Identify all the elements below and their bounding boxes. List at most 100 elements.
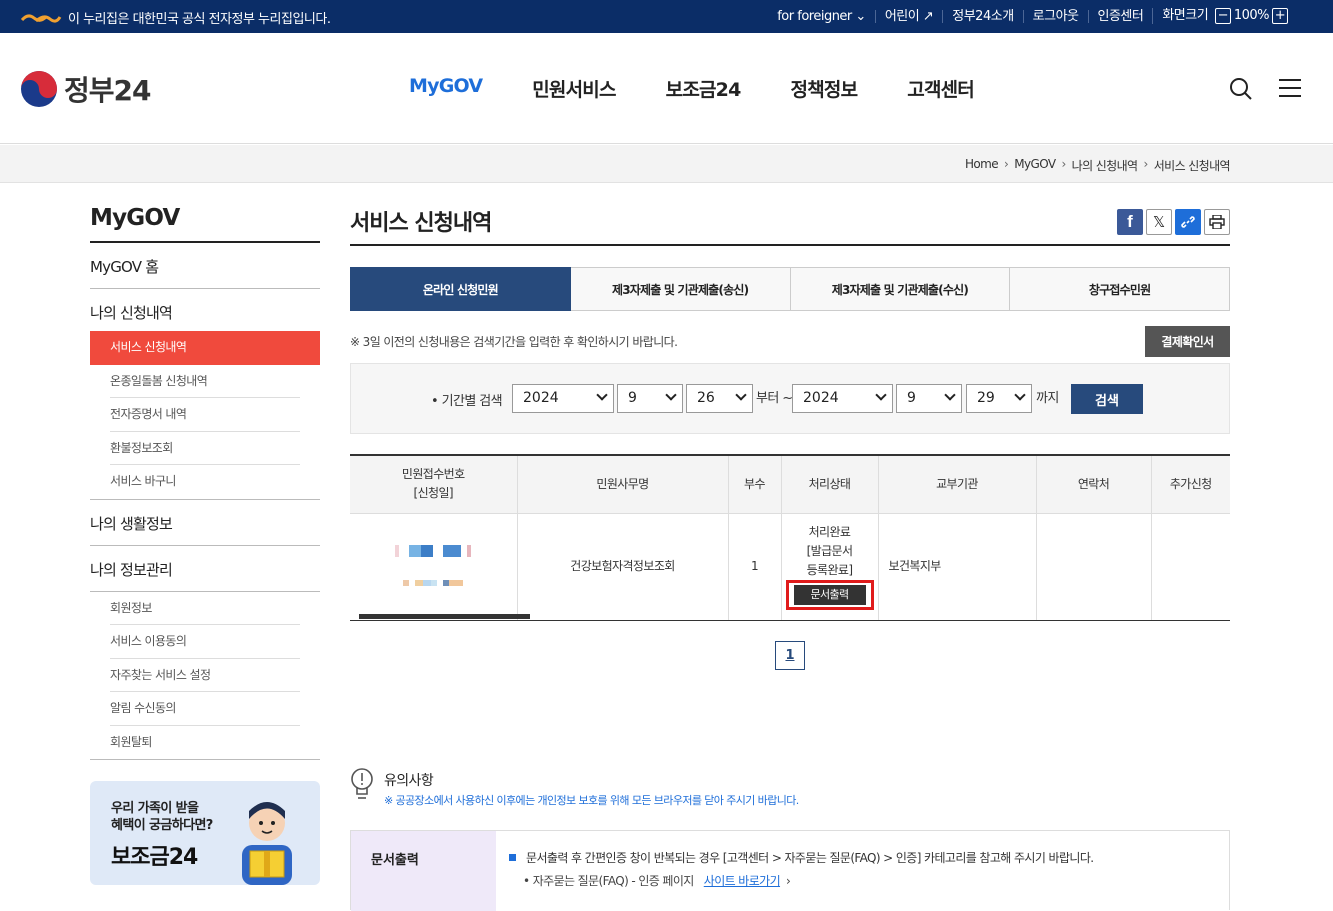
- contact-cell: [1035, 513, 1151, 621]
- period-search-box: • 기간별 검색 2024 9 26 부터 ~ 2024 9 29 까지 검색: [350, 363, 1230, 434]
- x-share-button[interactable]: 𝕏: [1146, 209, 1172, 235]
- sidebar-group-info-manage[interactable]: 나의 정보관리: [90, 546, 320, 592]
- chevron-down-icon: [735, 389, 747, 401]
- to-month-select[interactable]: 9: [896, 384, 962, 413]
- printer-icon: [1209, 215, 1225, 229]
- search-icon[interactable]: [1229, 77, 1253, 101]
- period-search-label: • 기간별 검색: [431, 394, 503, 409]
- from-month-select[interactable]: 9: [617, 384, 683, 413]
- link-copy-button[interactable]: [1175, 209, 1201, 235]
- menu-icon[interactable]: [1279, 77, 1301, 99]
- sidebar-item-service-consent[interactable]: 서비스 이용동의: [110, 625, 300, 659]
- tab-third-party-received[interactable]: 제3자제출 및 기관제출(수신): [790, 267, 1011, 311]
- search-notice: ※ 3일 이전의 신청내용은 검색기간을 입력한 후 확인하시기 바랍니다.: [350, 335, 678, 349]
- copies-cell: 1: [727, 513, 781, 621]
- page-title: 서비스 신청내역: [350, 205, 1230, 246]
- breadcrumb-mygov[interactable]: MyGOV: [1014, 157, 1056, 174]
- page-1-button[interactable]: 1: [775, 641, 805, 670]
- chevron-down-icon: ⌄: [855, 8, 866, 24]
- share-tools: f 𝕏: [1117, 209, 1230, 235]
- sidebar-group-applications[interactable]: 나의 신청내역: [90, 289, 320, 331]
- subsidy24-banner[interactable]: 우리 가족이 받을 혜택이 궁금하다면? 보조금24: [90, 781, 320, 885]
- agency-cell: 보건복지부: [877, 513, 1036, 621]
- col-copies: 부수: [727, 454, 781, 514]
- gov-notice[interactable]: 이 누리집은 대한민국 공식 전자정부 누리집입니다.: [20, 8, 331, 27]
- banner-title: 보조금24: [111, 845, 198, 870]
- from-day-select[interactable]: 26: [686, 384, 753, 413]
- status-cell: 처리완료 [발급문서 등록완료] 문서출력: [780, 513, 878, 621]
- chevron-down-icon: [596, 389, 608, 401]
- sidebar-item-withdraw[interactable]: 회원탈퇴: [110, 726, 300, 760]
- nav-subsidy24[interactable]: 보조금24: [641, 75, 766, 102]
- logout-link[interactable]: 로그아웃: [1022, 9, 1088, 23]
- applications-table: 민원접수번호[신청일] 민원사무명 부수 처리상태 교부기관 연락처 추가신청: [350, 454, 1230, 621]
- banner-subtitle: 우리 가족이 받을 혜택이 궁금하다면?: [111, 801, 213, 833]
- link-icon: [1181, 216, 1195, 228]
- receipt-number-cell[interactable]: [350, 513, 517, 621]
- sidebar-item-e-certificates[interactable]: 전자증명서 내역: [110, 398, 300, 432]
- nav-customer-center[interactable]: 고객센터: [882, 75, 999, 102]
- gov-topbar: 이 누리집은 대한민국 공식 전자정부 누리집입니다. for foreigne…: [0, 0, 1333, 33]
- from-year-select[interactable]: 2024: [512, 384, 614, 413]
- sidebar-item-favorite-services[interactable]: 자주찾는 서비스 설정: [110, 659, 300, 692]
- col-agency: 교부기관: [877, 454, 1036, 514]
- col-contact: 연락처: [1035, 454, 1151, 514]
- about-link[interactable]: 정부24소개: [942, 9, 1022, 23]
- payment-confirmation-button[interactable]: 결제확인서: [1145, 326, 1230, 357]
- search-button[interactable]: 검색: [1071, 384, 1143, 414]
- sidebar-item-notification-consent[interactable]: 알림 수신동의: [110, 692, 300, 726]
- zoom-out-button[interactable]: −: [1214, 8, 1231, 24]
- zoom-level: 100%: [1233, 8, 1270, 23]
- tab-online-applications[interactable]: 온라인 신청민원: [350, 267, 571, 311]
- gov-emblem-icon: [20, 13, 62, 23]
- zoom-in-button[interactable]: +: [1272, 8, 1288, 24]
- sidebar-title: MyGOV: [90, 205, 320, 243]
- nav-mygov[interactable]: MyGOV: [384, 75, 507, 102]
- horizontal-scrollbar[interactable]: [359, 614, 530, 619]
- to-label: 까지: [1036, 391, 1059, 406]
- breadcrumb-home[interactable]: Home: [965, 157, 999, 174]
- print-document-button[interactable]: 문서출력: [793, 585, 866, 605]
- blurred-receipt-number: [350, 544, 517, 563]
- facebook-icon: f: [1127, 212, 1133, 231]
- kids-link[interactable]: 어린이 ↗: [874, 8, 942, 24]
- facebook-share-button[interactable]: f: [1117, 209, 1143, 235]
- blurred-application-date: [350, 573, 517, 592]
- print-page-button[interactable]: [1204, 209, 1230, 235]
- to-year-select[interactable]: 2024: [792, 384, 893, 413]
- sidebar-item-member-info[interactable]: 회원정보: [110, 592, 300, 625]
- sidebar-item-service-applications[interactable]: 서비스 신청내역: [90, 331, 320, 365]
- tab-counter-applications[interactable]: 창구접수민원: [1010, 267, 1230, 311]
- chevron-down-icon: [665, 389, 677, 401]
- site-header: 정부24 MyGOV 민원서비스 보조금24 정책정보 고객센터: [0, 33, 1333, 144]
- status-text: 처리완료 [발급문서 등록완료]: [806, 525, 853, 577]
- site-logo[interactable]: 정부24: [20, 69, 151, 109]
- main-nav: MyGOV 민원서비스 보조금24 정책정보 고객센터: [384, 75, 999, 102]
- highlight-box: 문서출력: [785, 580, 874, 610]
- chevron-right-icon: ›: [1061, 157, 1066, 171]
- table-row: 건강보험자격정보조회 1 처리완료 [발급문서 등록완료] 문서출력 보건복지부: [350, 513, 1230, 621]
- sidebar-item-service-basket[interactable]: 서비스 바구니: [110, 465, 300, 499]
- print-guide-box: 문서출력 문서출력 후 간편인증 창이 반복되는 경우 [고객센터 > 자주묻는…: [350, 830, 1230, 911]
- x-icon: 𝕏: [1152, 213, 1166, 231]
- for-foreigner-link[interactable]: for foreigner ⌄: [768, 10, 875, 23]
- breadcrumb: Home › MyGOV › 나의 신청내역 › 서비스 신청내역: [965, 157, 1231, 174]
- cert-center-link[interactable]: 인증센터: [1087, 9, 1153, 23]
- sidebar-item-refund[interactable]: 환불정보조회: [110, 432, 300, 465]
- taegeuk-logo-icon: [21, 71, 57, 107]
- external-link-icon: ↗: [922, 8, 934, 24]
- table-header-row: 민원접수번호 [신청일] 민원사무명 부수 처리상태 교부기관 연락처 추가신청: [350, 454, 1230, 514]
- sidebar-item-childcare[interactable]: 온종일돌봄 신청내역: [110, 365, 300, 398]
- nav-policy-info[interactable]: 정책정보: [766, 75, 883, 102]
- faq-site-link[interactable]: 사이트 바로가기: [704, 874, 781, 888]
- to-day-select[interactable]: 29: [966, 384, 1032, 413]
- breadcrumb-my-applications[interactable]: 나의 신청내역: [1072, 157, 1138, 174]
- sidebar-group-life-info[interactable]: 나의 생활정보: [90, 498, 320, 546]
- chevron-down-icon: [1014, 389, 1026, 401]
- tab-third-party-sent[interactable]: 제3자제출 및 기관제출(송신): [570, 267, 791, 311]
- person-with-gift-illustration: [242, 802, 292, 885]
- chevron-down-icon: [875, 389, 887, 401]
- col-status: 처리상태: [780, 454, 878, 514]
- sidebar-item-mygov-home[interactable]: MyGOV 홈: [90, 243, 320, 289]
- nav-civil-service[interactable]: 민원서비스: [507, 75, 640, 102]
